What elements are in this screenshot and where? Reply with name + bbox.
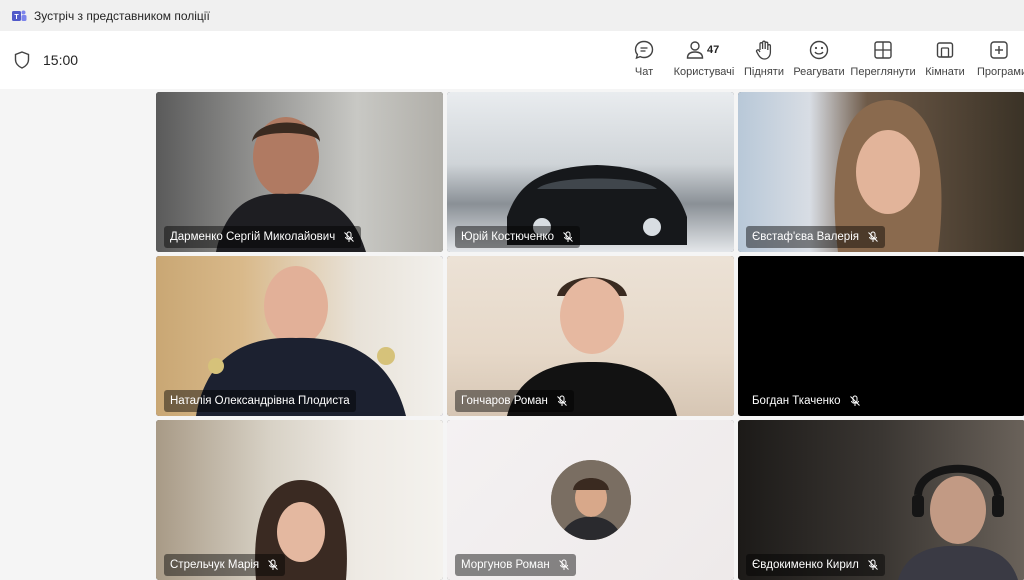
participant-name-tag: Богдан Ткаченко <box>746 390 867 412</box>
avatar-photo <box>550 460 631 540</box>
mic-off-icon <box>558 559 569 570</box>
mic-off-icon <box>868 231 878 242</box>
apps-label: Програми <box>977 66 1024 78</box>
mic-off-icon <box>849 395 860 406</box>
svg-text:T: T <box>14 14 19 21</box>
rooms-icon <box>936 42 954 58</box>
teams-icon: T <box>12 10 27 21</box>
chat-icon <box>634 40 654 60</box>
mic-off-icon <box>563 231 573 242</box>
participant-tile[interactable]: Моргунов Роман <box>447 420 734 580</box>
participant-name-tag: Стрельчук Марія <box>164 554 286 576</box>
raise-hand-button[interactable]: Підняти <box>743 39 785 85</box>
chat-label: Чат <box>634 66 654 78</box>
participant-name: Юрій Костюченко <box>461 231 554 243</box>
participant-tile[interactable]: Євстаф'єва Валерія <box>738 92 1024 252</box>
participant-name: Наталія Олександрівна Плодиста <box>170 395 350 407</box>
participant-silhouette <box>898 464 1018 580</box>
shield-icon <box>14 51 30 69</box>
video-grid: Дарменко Сергій Миколайович Юрій Костюче… <box>0 89 1024 580</box>
people-icon <box>686 41 704 59</box>
people-button[interactable]: 47 Користувачі <box>673 39 735 85</box>
view-icon <box>874 41 892 59</box>
view-label: Переглянути <box>850 66 916 78</box>
window-title: Зустріч з представником поліції <box>34 8 210 23</box>
participant-tile[interactable]: Юрій Костюченко <box>447 92 734 252</box>
participant-name: Євдокименко Кирил <box>752 559 859 571</box>
participant-name-tag: Дарменко Сергій Миколайович <box>164 226 362 248</box>
participant-name: Моргунов Роман <box>461 559 550 571</box>
participant-tile[interactable]: Євдокименко Кирил <box>738 420 1024 580</box>
participant-name-tag: Євдокименко Кирил <box>746 554 885 576</box>
participant-name-tag: Юрій Костюченко <box>455 226 580 248</box>
participant-name: Гончаров Роман <box>461 395 548 407</box>
mic-off-icon <box>344 231 355 242</box>
meeting-toolbar: 15:00 Чат 47 Користувачі Підняти Реагува… <box>0 31 1024 90</box>
participant-tile-active[interactable]: Наталія Олександрівна Плодиста <box>156 256 443 416</box>
participant-name: Євстаф'єва Валерія <box>752 231 859 243</box>
meeting-timer: 15:00 <box>43 52 79 68</box>
react-icon <box>809 40 829 60</box>
rooms-button[interactable]: Кімнати <box>924 39 966 85</box>
view-button[interactable]: Переглянути <box>850 39 916 85</box>
react-label: Реагувати <box>793 66 845 78</box>
mic-off-icon <box>868 559 878 570</box>
participant-tile[interactable]: Гончаров Роман <box>447 256 734 416</box>
participant-tile[interactable]: Стрельчук Марія <box>156 420 443 580</box>
participant-name: Дарменко Сергій Миколайович <box>170 231 336 243</box>
chat-button[interactable]: Чат <box>630 39 658 85</box>
people-label: Користувачі <box>673 66 735 78</box>
avatar <box>550 460 631 540</box>
apps-icon <box>990 41 1008 59</box>
participant-name-tag: Євстаф'єва Валерія <box>746 226 885 248</box>
mic-off-icon <box>268 559 279 570</box>
mic-off-icon <box>557 395 567 406</box>
participant-tile[interactable]: Дарменко Сергій Миколайович <box>156 92 443 252</box>
participant-name-tag: Гончаров Роман <box>455 390 574 412</box>
participant-name-tag: Моргунов Роман <box>455 554 576 576</box>
react-button[interactable]: Реагувати <box>793 39 845 85</box>
participant-name-tag: Наталія Олександрівна Плодиста <box>164 390 356 412</box>
raise-hand-label: Підняти <box>744 66 784 78</box>
people-count: 47 <box>707 44 720 56</box>
participant-name: Богдан Ткаченко <box>752 395 841 407</box>
raise-hand-icon <box>755 40 772 60</box>
apps-button[interactable]: Програми <box>976 39 1024 85</box>
participant-tile[interactable]: Богдан Ткаченко <box>738 256 1024 416</box>
rooms-label: Кімнати <box>925 66 965 78</box>
title-bar: T Зустріч з представником поліції <box>0 0 1024 32</box>
participant-name: Стрельчук Марія <box>170 559 260 571</box>
